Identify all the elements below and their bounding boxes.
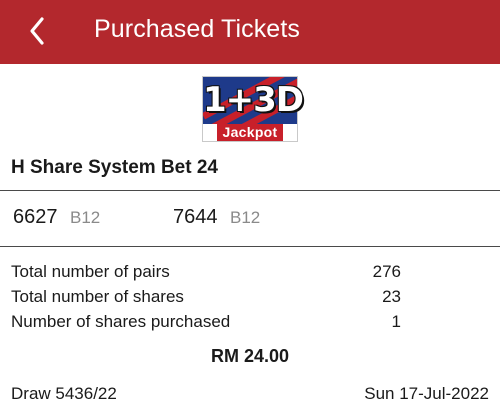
bet-type-title: H Share System Bet 24 <box>11 157 218 178</box>
total-amount: RM 24.00 <box>210 346 290 366</box>
back-button[interactable] <box>22 14 52 48</box>
stat-label: Total number of pairs <box>11 262 170 281</box>
bet-code: B12 <box>70 208 101 227</box>
draw-date: Sun 17-Jul-2022 <box>364 384 489 403</box>
ticket-number: 6627 <box>13 206 58 228</box>
stat-value: 1 <box>391 312 401 331</box>
draw-number: Draw 5436/22 <box>11 384 117 403</box>
logo-main-text: 1+3D <box>203 80 304 120</box>
stat-label: Number of shares purchased <box>11 312 231 331</box>
page-title: Purchased Tickets <box>94 15 300 43</box>
ticket-number: 7644 <box>173 206 218 228</box>
divider <box>0 190 500 191</box>
app-bar: Purchased Tickets <box>0 0 500 64</box>
divider <box>0 246 500 247</box>
jackpot-logo: 1+3D Jackpot <box>202 76 304 142</box>
stat-value: 23 <box>382 287 401 306</box>
stat-value: 276 <box>372 262 401 281</box>
chevron-left-icon <box>30 17 44 45</box>
logo-sub-text: Jackpot <box>217 124 283 141</box>
stat-label: Total number of shares <box>11 287 184 306</box>
bet-code: B12 <box>230 208 261 227</box>
